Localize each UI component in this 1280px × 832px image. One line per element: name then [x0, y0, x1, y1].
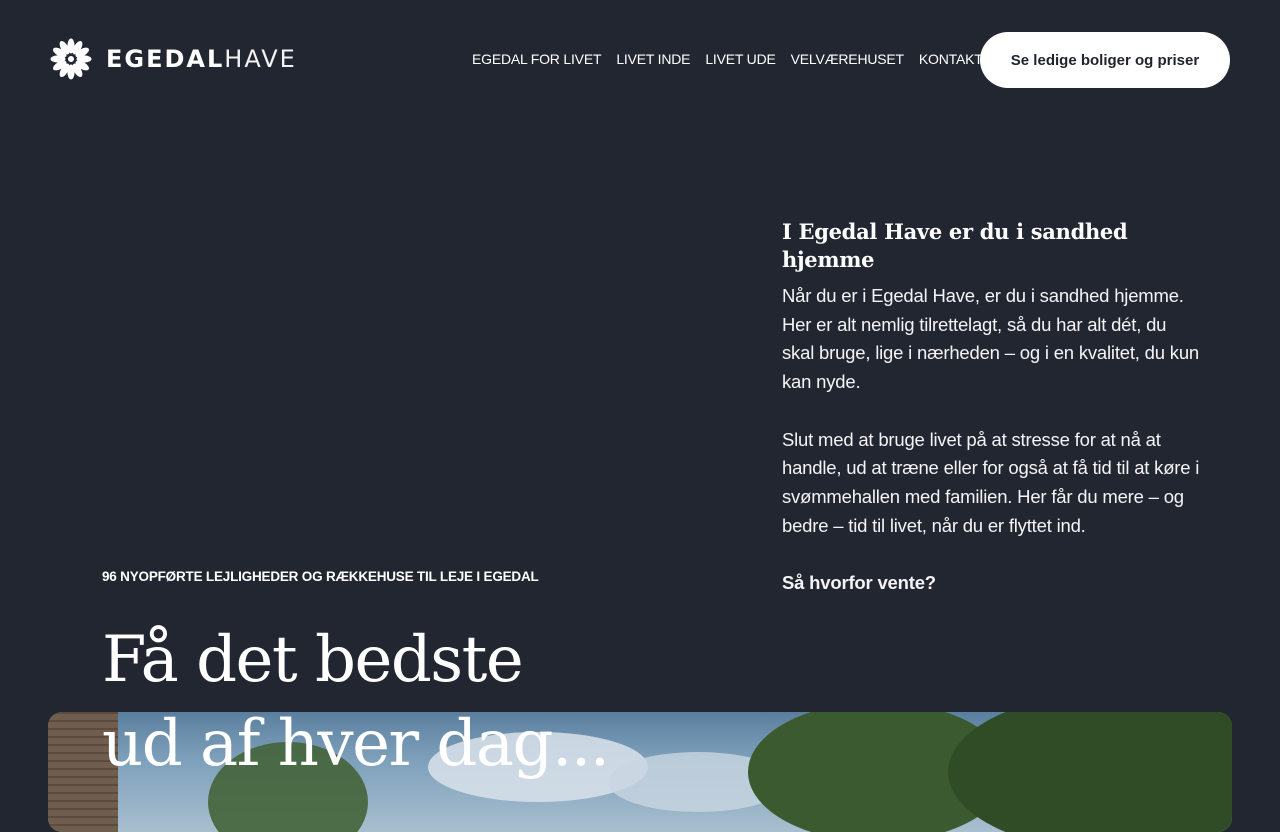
intro-paragraph-1: Når du er i Egedal Have, er du i sandhed… — [782, 285, 1200, 393]
nav-item-kontakt[interactable]: KONTAKT — [919, 51, 983, 67]
logo-wordmark: EGEDALHAVE — [106, 47, 297, 71]
intro-closing: Så hvorfor vente? — [782, 572, 936, 593]
see-available-homes-button[interactable]: Se ledige boliger og priser — [980, 32, 1230, 88]
hero-headline: Få det bedste ud af hver dag... — [102, 618, 802, 786]
main-nav: EGEDAL FOR LIVET LIVET INDE LIVET UDE VE… — [472, 51, 1003, 67]
hero-headline-line-1: Få det bedste — [102, 623, 524, 697]
nav-item-egedal-for-livet[interactable]: EGEDAL FOR LIVET — [472, 51, 602, 67]
nav-item-livet-inde[interactable]: LIVET INDE — [616, 51, 690, 67]
intro-heading: I Egedal Have er du i sandhed hjemme — [782, 219, 1128, 272]
hero-eyebrow: 96 NYOPFØRTE LEJLIGHEDER OG RÆKKEHUSE TI… — [102, 569, 539, 584]
site-header: EGEDALHAVE EGEDAL FOR LIVET LIVET INDE L… — [0, 0, 1280, 120]
logo-wordmark-thin: HAVE — [224, 45, 297, 73]
intro-paragraph-2: Slut med at bruge livet på at stresse fo… — [782, 428, 1200, 536]
logo-wordmark-bold: EGEDAL — [106, 45, 225, 73]
nav-item-livet-ude[interactable]: LIVET UDE — [705, 51, 776, 67]
nav-item-velvaerehuset[interactable]: VELVÆREHUSET — [791, 51, 904, 67]
hero-image-tree — [948, 712, 1232, 832]
flower-icon — [50, 38, 92, 80]
intro-section: I Egedal Have er du i sandhed hjemme Når… — [782, 218, 1202, 598]
site-logo[interactable]: EGEDALHAVE — [50, 38, 297, 80]
hero-headline-line-2: ud af hver dag... — [102, 707, 610, 781]
